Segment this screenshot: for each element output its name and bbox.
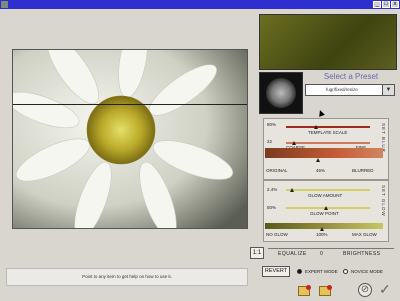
template-scale-thumb[interactable]	[314, 125, 318, 129]
blur-amount-thumb[interactable]	[316, 158, 320, 162]
mouse-cursor-icon	[317, 109, 325, 117]
split-divider[interactable]	[13, 104, 247, 105]
blur-amount-slider[interactable]	[265, 148, 383, 158]
blur-value: 46%	[316, 168, 326, 173]
original-label: ORIGINAL	[266, 168, 288, 173]
preset-title: Select a Preset	[323, 72, 379, 81]
max-glow-label: MAX GLOW	[352, 232, 377, 237]
open-folder-icon[interactable]	[298, 285, 311, 296]
cancel-icon[interactable]: ⊘	[358, 283, 372, 297]
help-bar: Point to any item to get help on how to …	[6, 268, 248, 286]
blurred-label: BLURRED	[352, 168, 374, 173]
close-button[interactable]: x	[391, 1, 399, 8]
set-glow-label: SET GLOW	[381, 185, 386, 217]
template-scale-label: TEMPLATE SCALE	[308, 130, 348, 135]
flower-image	[13, 50, 247, 228]
controls-separator	[268, 248, 394, 249]
title-bar: _ □ x	[0, 0, 400, 9]
save-folder-icon[interactable]	[319, 285, 332, 296]
expert-mode-label: EXPERT MODE	[305, 269, 338, 274]
novice-mode-label: NOVICE MODE	[351, 269, 384, 274]
equalize-value: 0	[320, 251, 324, 257]
expert-mode-radio[interactable]	[297, 269, 302, 274]
set-glow-panel: SET GLOW 2.4% GLOW AMOUNT 50% GLOW POINT…	[263, 180, 389, 242]
coarse-fine-slider[interactable]	[286, 142, 370, 144]
dropdown-arrow-icon[interactable]: ▼	[382, 85, 394, 95]
preset-preview-thumbnail	[259, 14, 397, 70]
minimize-button[interactable]: _	[373, 1, 381, 8]
glow-point-thumb[interactable]	[324, 206, 328, 210]
preset-value: fugr/fixed/resize	[326, 87, 358, 92]
glow-amount-thumb[interactable]	[290, 188, 294, 192]
ratio-button[interactable]: 1:1	[250, 247, 264, 259]
glow-bar-thumb[interactable]	[320, 227, 324, 231]
image-preview[interactable]	[12, 49, 248, 229]
no-glow-label: NO GLOW	[266, 232, 288, 237]
preset-dropdown[interactable]: fugr/fixed/resize ▼	[305, 84, 395, 96]
template-scale-slider[interactable]	[286, 126, 370, 128]
glow-point-slider[interactable]	[286, 207, 370, 209]
glow-amount-label: GLOW AMOUNT	[308, 193, 343, 198]
noise-template-thumbnail[interactable]	[259, 72, 303, 114]
glow-point-label: GLOW POINT	[310, 211, 339, 216]
equalize-label: EQUALIZE	[278, 251, 307, 257]
glow-amount-slider[interactable]	[286, 189, 370, 191]
coarse-fine-value: 22	[267, 139, 273, 144]
maximize-button[interactable]: □	[382, 1, 390, 8]
glow-value: 100%	[316, 232, 328, 237]
revert-button[interactable]: REVERT	[262, 266, 290, 277]
glow-point-value: 50%	[267, 205, 277, 210]
app-icon[interactable]	[1, 1, 8, 8]
template-scale-value: 80%	[267, 122, 277, 127]
novice-mode-radio[interactable]	[343, 269, 348, 274]
application-window: _ □ x Point to any item to get help on h…	[0, 0, 400, 301]
glow-amount-value: 2.4%	[267, 187, 278, 192]
noise-blob	[266, 78, 296, 108]
brightness-label[interactable]: BRIGHTNESS	[343, 251, 381, 257]
ok-checkmark-icon[interactable]: ✓	[379, 281, 391, 298]
glow-amount-bar[interactable]	[265, 223, 383, 229]
